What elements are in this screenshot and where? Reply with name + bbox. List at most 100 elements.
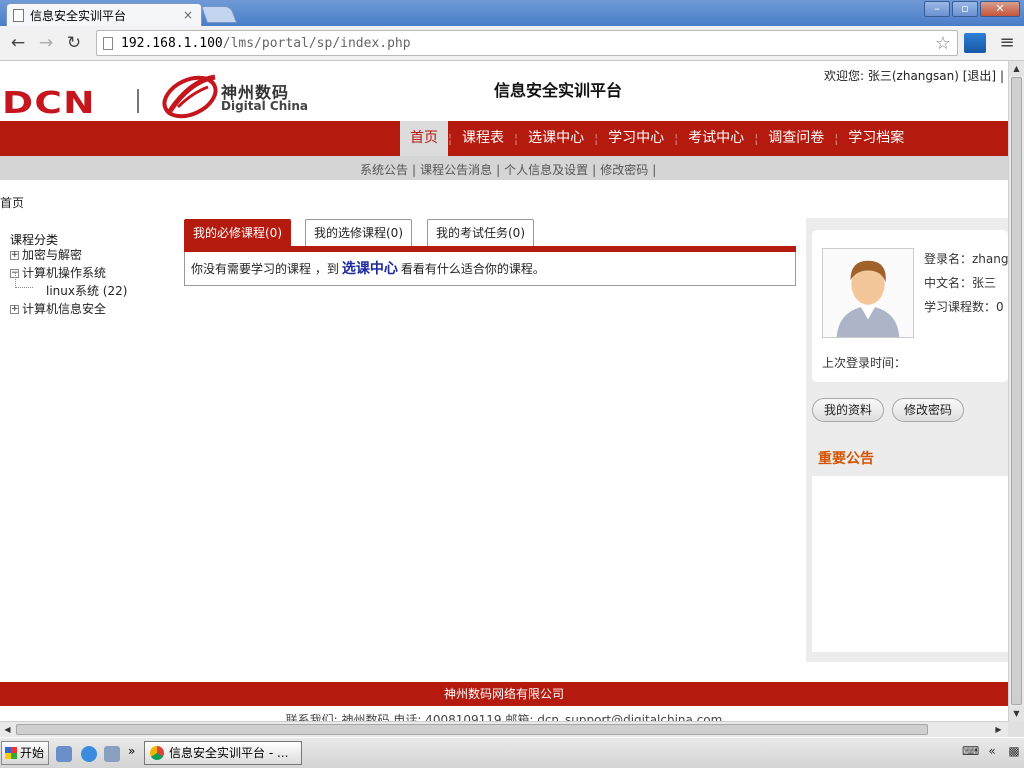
menu-icon[interactable]: ≡ (998, 33, 1016, 53)
tab-title: 信息安全实训平台 (30, 8, 127, 23)
welcome-user: 欢迎您: 张三(zhangsan) (824, 69, 959, 83)
url-path: /lms/portal/sp/index.php (222, 35, 411, 51)
tree-node-linux[interactable]: linux系统 (22) (46, 282, 127, 299)
main-nav: 首页 ¦ 课程表 ¦ 选课中心 ¦ 学习中心 ¦ 考试中心 ¦ 调查问卷 ¦ 学习档案 (0, 121, 1008, 156)
quicklaunch-desktop-icon[interactable] (56, 746, 72, 762)
scroll-down-icon[interactable]: ▼ (1009, 706, 1024, 721)
url-text: 192.168.1.100/lms/portal/sp/index.php (121, 36, 411, 51)
logout-link[interactable]: [退出] (963, 69, 996, 83)
tree-node-info-security[interactable]: + 计算机信息安全 (10, 300, 106, 317)
tab-panel: 你没有需要学习的课程 ，到 选课中心 看看有什么适合你的课程。 (184, 252, 796, 286)
minimize-button[interactable]: – (924, 1, 950, 17)
tree-connector (15, 273, 33, 288)
welcome-separator: | (999, 69, 1004, 83)
my-profile-button[interactable]: 我的资料 (812, 398, 885, 422)
vertical-scroll-thumb[interactable] (1011, 77, 1022, 705)
start-button[interactable]: 开始 (1, 741, 49, 765)
change-password-button[interactable]: 修改密码 (892, 398, 965, 422)
nav-learning-center[interactable]: 学习中心 (598, 121, 674, 156)
reload-icon[interactable]: ↻ (64, 33, 84, 53)
new-tab-button[interactable] (200, 6, 238, 23)
page-icon (13, 8, 24, 22)
important-notice-title: 重要公告 (818, 451, 874, 467)
login-name: 登录名：zhangsan (924, 252, 1008, 266)
keyboard-icon[interactable]: ⌨ (962, 744, 979, 760)
welcome-text: 欢迎您: 张三(zhangsan) [退出] | (824, 67, 1004, 84)
empty-message: 你没有需要学习的课程 ，到 (191, 262, 339, 276)
subnav-profile-settings[interactable]: 个人信息及设置 (504, 163, 588, 177)
page-viewport: DCN 神州数码 Digital China 信息安全实训平台 欢迎您: 张三(… (0, 61, 1008, 721)
address-bar[interactable]: 192.168.1.100/lms/portal/sp/index.php ☆ (96, 30, 958, 56)
expand-icon[interactable]: + (10, 251, 19, 260)
tree-node-label: 计算机操作系统 (22, 266, 107, 280)
taskbar: 开始 » 信息安全实训平台 - ... ⌨ « ▩ (0, 737, 1024, 768)
close-window-button[interactable]: ✕ (980, 1, 1020, 17)
chinese-name: 中文名：张三 (924, 276, 997, 290)
site-title: 信息安全实训平台 (494, 81, 623, 100)
footer-contact: 联系我们: 神州数码 电话: 4008109119 邮箱: dcn_suppor… (285, 713, 723, 721)
tab-exam-tasks[interactable]: 我的考试任务(0) (427, 219, 534, 246)
taskbar-browser-task[interactable]: 信息安全实训平台 - ... (144, 741, 302, 765)
subnav-system-notice[interactable]: 系统公告 (360, 163, 408, 177)
subnav-change-password[interactable]: 修改密码 (600, 163, 648, 177)
browser-titlebar: 信息安全实训平台 × – ▫ ✕ (0, 0, 1024, 26)
browser-tab[interactable]: 信息安全实训平台 × (6, 3, 202, 26)
tab-close-icon[interactable]: × (181, 8, 195, 22)
subnav-course-notice[interactable]: 课程公告消息 (420, 163, 492, 177)
empty-message-tail: 看看有什么适合你的课程。 (400, 262, 545, 276)
nav-course-selection[interactable]: 选课中心 (518, 121, 594, 156)
logo-english-name: Digital China (221, 99, 309, 113)
scrollbar-corner (1008, 721, 1024, 737)
scroll-right-icon[interactable]: ▶ (991, 722, 1006, 737)
logo-separator (137, 89, 139, 113)
network-icon[interactable]: ▩ (1006, 744, 1022, 760)
tab-required-courses[interactable]: 我的必修课程(0) (184, 219, 291, 246)
subnav-separator: | (592, 163, 597, 177)
horizontal-scroll-thumb[interactable] (16, 724, 928, 735)
breadcrumb[interactable]: 首页 (0, 194, 24, 211)
dcn-logo: DCN (2, 86, 96, 121)
user-avatar-icon (822, 248, 914, 338)
bookmark-star-icon[interactable]: ☆ (935, 33, 951, 54)
expand-icon[interactable]: + (10, 305, 19, 314)
tree-node-label: 加密与解密 (22, 248, 83, 262)
tree-node-label: 计算机信息安全 (22, 302, 107, 316)
digital-china-logo-icon (162, 74, 218, 119)
nav-home[interactable]: 首页 (400, 121, 448, 156)
extension-icon[interactable] (964, 33, 986, 53)
page-icon (103, 36, 113, 50)
quicklaunch-more-icon[interactable]: » (128, 744, 135, 758)
nav-exam-center[interactable]: 考试中心 (678, 121, 754, 156)
start-label: 开始 (20, 746, 45, 760)
nav-learning-records[interactable]: 学习档案 (838, 121, 914, 156)
forward-arrow-icon[interactable]: → (36, 33, 56, 53)
nav-schedule[interactable]: 课程表 (452, 121, 514, 156)
nav-survey[interactable]: 调查问卷 (758, 121, 834, 156)
browser-toolbar: ← → ↻ 192.168.1.100/lms/portal/sp/index.… (0, 26, 1024, 61)
vertical-scrollbar[interactable]: ▲ ▼ (1008, 61, 1024, 721)
last-login-time: 上次登录时间： (822, 356, 907, 370)
subnav-separator: | (652, 163, 657, 177)
scroll-up-icon[interactable]: ▲ (1009, 61, 1024, 76)
course-selection-link[interactable]: 选课中心 (342, 261, 398, 277)
right-sidebar: 登录名：zhangsan 中文名：张三 学习课程数：0 上次登录时间： 我的资料… (806, 218, 1008, 662)
subnav-separator: | (496, 163, 501, 177)
quicklaunch-ie-icon[interactable] (81, 746, 97, 762)
tree-node-encryption[interactable]: + 加密与解密 (10, 246, 82, 263)
sub-nav: 系统公告 | 课程公告消息 | 个人信息及设置 | 修改密码 | (0, 156, 1008, 180)
system-tray: ⌨ « ▩ (962, 744, 1022, 760)
windows-logo-icon (5, 747, 17, 759)
back-arrow-icon[interactable]: ← (8, 33, 28, 53)
tab-elective-courses[interactable]: 我的选修课程(0) (305, 219, 412, 246)
user-card: 登录名：zhangsan 中文名：张三 学习课程数：0 上次登录时间： (812, 230, 1008, 382)
maximize-button[interactable]: ▫ (952, 1, 978, 17)
chrome-icon (150, 746, 164, 760)
url-host: 192.168.1.100 (121, 35, 223, 51)
tray-expand-icon[interactable]: « (984, 744, 1000, 760)
course-count: 学习课程数：0 (924, 300, 1004, 314)
task-title: 信息安全实训平台 - ... (169, 746, 289, 760)
horizontal-scrollbar[interactable]: ◀ ▶ (0, 721, 1008, 737)
quicklaunch-app-icon[interactable] (104, 746, 120, 762)
scroll-left-icon[interactable]: ◀ (0, 722, 15, 737)
window-controls: – ▫ ✕ (922, 1, 1020, 17)
